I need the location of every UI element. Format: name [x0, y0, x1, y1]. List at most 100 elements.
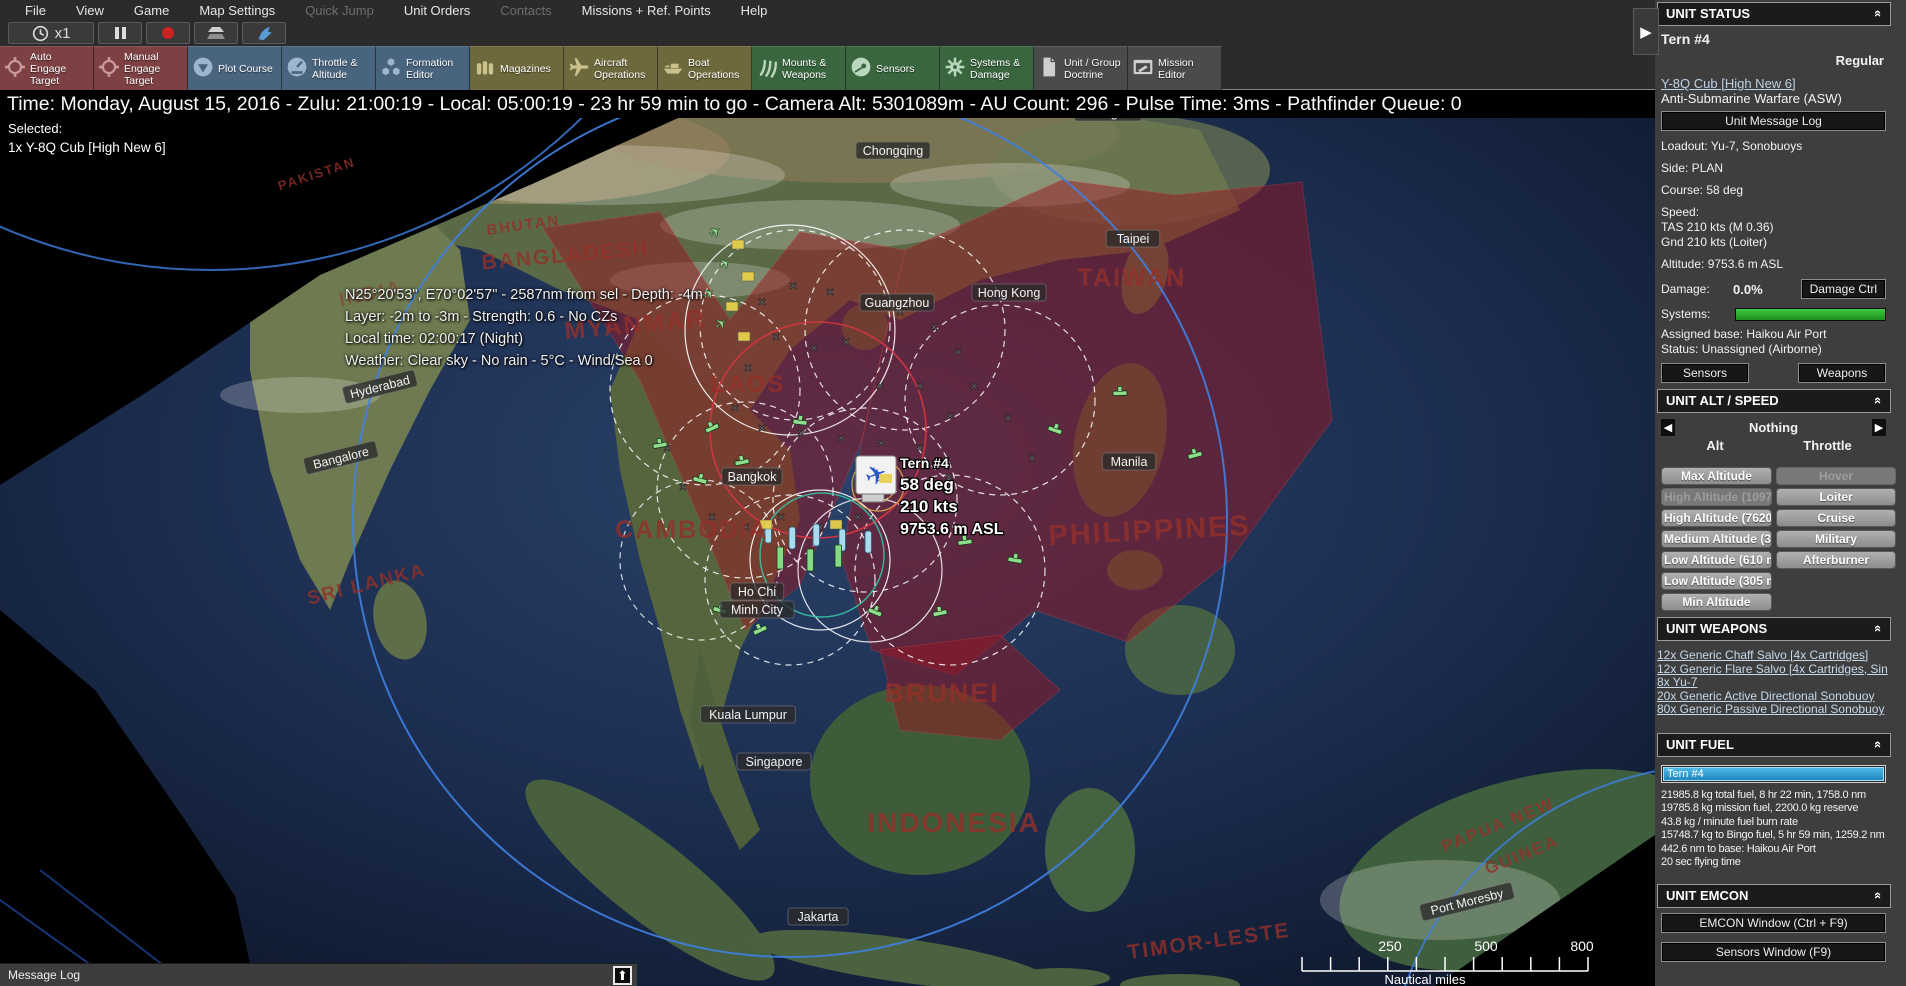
menu-item-unit-orders[interactable]: Unit Orders [389, 3, 485, 18]
sonobuoy-x-mark[interactable]: ✕ [678, 482, 687, 494]
unit-emcon-header[interactable]: UNIT EMCON « [1657, 884, 1891, 908]
collapse-chevron-icon: « [1871, 10, 1886, 17]
throttle-button[interactable]: Military [1776, 530, 1896, 548]
aircraft-operations-button[interactable]: Aircraft Operations [564, 46, 658, 90]
sonobuoy-x-mark[interactable]: ✕ [788, 281, 797, 293]
sonobuoy-x-mark[interactable]: ✕ [876, 438, 885, 450]
sonobuoy-x-mark[interactable]: ✕ [953, 347, 962, 359]
unit-tag-marker[interactable] [742, 272, 754, 281]
altitude-button[interactable]: Medium Altitude (3658 [1661, 530, 1772, 548]
sonobuoy-x-mark[interactable]: ✕ [776, 512, 785, 524]
boat-operations-button[interactable]: Boat Operations [658, 46, 752, 90]
altitude-button[interactable]: Low Altitude (305 m) [1661, 572, 1772, 590]
fuel-unit-listbox[interactable]: Tern #4 [1661, 765, 1886, 783]
sonobuoy-x-mark[interactable]: ✕ [1027, 453, 1036, 465]
surface-group-marker[interactable] [777, 547, 784, 569]
fuel-unit-selected-item[interactable]: Tern #4 [1663, 767, 1884, 781]
unit-tag-marker[interactable] [738, 332, 750, 341]
time-multiplier: x1 [55, 25, 71, 42]
menu-item-map-settings[interactable]: Map Settings [184, 3, 290, 18]
menu-item-missions-ref-points[interactable]: Missions + Ref. Points [567, 3, 726, 18]
weapon-link[interactable]: 12x Generic Flare Salvo [4x Cartridges, … [1657, 663, 1893, 677]
sonobuoy-x-mark[interactable]: ✕ [929, 322, 938, 334]
weapon-link[interactable]: 8x Yu-7 [1657, 676, 1893, 690]
sonobuoy-x-mark[interactable]: ✕ [757, 297, 766, 309]
menu-item-view[interactable]: View [61, 3, 119, 18]
map-layers-button[interactable] [194, 22, 238, 44]
submarine-marker[interactable] [865, 531, 872, 553]
weapon-link[interactable]: 80x Generic Passive Directional Sonobuoy [1657, 703, 1893, 717]
sonobuoy-x-mark[interactable]: ✕ [771, 332, 780, 344]
unit-alt-speed-header[interactable]: UNIT ALT / SPEED « [1657, 389, 1891, 413]
surface-group-marker[interactable] [835, 545, 842, 567]
sonobuoy-x-mark[interactable]: ✕ [825, 287, 834, 299]
sonobuoy-x-mark[interactable]: ✕ [809, 343, 818, 355]
unit-emcon-body: EMCON Window (Ctrl + F9) Sensors Window (… [1655, 908, 1893, 975]
submarine-marker[interactable] [789, 527, 796, 549]
unit-fuel-header[interactable]: UNIT FUEL « [1657, 733, 1891, 757]
unit-tag-marker[interactable] [726, 302, 738, 311]
sonobuoy-x-mark[interactable]: ✕ [796, 428, 805, 440]
throttle-button[interactable]: Hover [1776, 467, 1896, 485]
sidebar-collapse-button[interactable]: ▶ [1633, 8, 1659, 55]
sonobuoy-x-mark[interactable]: ✕ [915, 381, 924, 393]
unit-class-link[interactable]: Y-8Q Cub [High New 6] [1661, 76, 1886, 91]
throttle-button[interactable]: Afterburner [1776, 551, 1896, 569]
magazines-button[interactable]: Magazines [470, 46, 564, 90]
unit-status-header[interactable]: UNIT STATUS « [1657, 2, 1891, 26]
sonobuoy-x-mark[interactable]: ✕ [969, 381, 978, 393]
altitude-button[interactable]: Max Altitude [1661, 467, 1772, 485]
formation-editor-button[interactable]: Formation Editor [376, 46, 470, 90]
sonobuoy-x-mark[interactable]: ✕ [915, 443, 924, 455]
altitude-button[interactable]: High Altitude (10973 m [1661, 488, 1772, 506]
systems-damage-button[interactable]: Systems & Damage [940, 46, 1034, 90]
unit-tag-marker[interactable] [732, 240, 744, 249]
preset-prev-button[interactable]: ◀ [1661, 419, 1675, 436]
menu-item-game[interactable]: Game [119, 3, 184, 18]
preset-next-button[interactable]: ▶ [1872, 419, 1886, 436]
time-compression-button[interactable]: x1 [8, 22, 94, 44]
sonobuoy-x-mark[interactable]: ✕ [836, 433, 845, 445]
throttle-altitude-button[interactable]: Throttle & Altitude [282, 46, 376, 90]
altitude-button[interactable]: High Altitude (7620 m) [1661, 509, 1772, 527]
sonobuoy-x-mark[interactable]: ✕ [1003, 413, 1012, 425]
mission-editor-button[interactable]: Mission Editor [1128, 46, 1222, 90]
sensors-window-f9--button[interactable]: Sensors Window (F9) [1661, 942, 1886, 962]
boat-operations-icon [662, 56, 684, 81]
damage-ctrl-button[interactable]: Damage Ctrl [1801, 279, 1886, 299]
sensors-button[interactable]: Sensors [846, 46, 940, 90]
unit-weapons-header[interactable]: UNIT WEAPONS « [1657, 617, 1891, 641]
submarine-marker[interactable] [813, 524, 820, 546]
sonobuoy-x-mark[interactable]: ✕ [757, 423, 766, 435]
sensors-button[interactable]: Sensors [1661, 363, 1749, 383]
message-log-bar[interactable]: Message Log ⬆ [0, 963, 637, 986]
plot-course-button[interactable]: Plot Course [188, 46, 282, 90]
altitude-button[interactable]: Min Altitude [1661, 593, 1772, 611]
record-button[interactable] [146, 22, 190, 44]
manual-engage-target-button[interactable]: Manual Engage Target [94, 46, 188, 90]
throttle-button[interactable]: Loiter [1776, 488, 1896, 506]
weapon-link[interactable]: 12x Generic Chaff Salvo [4x Cartridges] [1657, 649, 1893, 663]
altitude-button[interactable]: Low Altitude (610 m) [1661, 551, 1772, 569]
message-log-expand-button[interactable]: ⬆ [613, 966, 632, 985]
emcon-window-ctrl-f9--button[interactable]: EMCON Window (Ctrl + F9) [1661, 913, 1886, 933]
sonobuoy-x-mark[interactable]: ✕ [875, 381, 884, 393]
map-viewport[interactable]: ✕✕✕✕✕✕✕✕✕✕✕✕✕✕✕✕✕✕✕✕✕✕✕✕✕✕✕✕✕✕✕✕ ✈✈✈✈ ✈ … [0, 90, 1655, 986]
auto-engage-target-button[interactable]: Auto Engage Target [0, 46, 94, 90]
sonobuoy-x-mark[interactable]: ✕ [945, 411, 954, 423]
sonobuoy-x-mark[interactable]: ✕ [853, 512, 862, 524]
sonobuoy-x-mark[interactable]: ✕ [841, 337, 850, 349]
pause-button[interactable] [98, 22, 142, 44]
sonobuoy-x-mark[interactable]: ✕ [730, 403, 739, 415]
unit-group-doctrine-button[interactable]: Unit / Group Doctrine [1034, 46, 1128, 90]
unit-tag-marker[interactable] [830, 520, 842, 529]
surface-group-marker[interactable] [807, 549, 814, 571]
menu-item-help[interactable]: Help [726, 3, 783, 18]
weapons-button[interactable]: Weapons [1798, 363, 1886, 383]
throttle-button[interactable]: Cruise [1776, 509, 1896, 527]
jump-to-button[interactable] [242, 22, 286, 44]
unit-message-log-button[interactable]: Unit Message Log [1661, 111, 1886, 131]
menu-item-file[interactable]: File [10, 3, 61, 18]
weapon-link[interactable]: 20x Generic Active Directional Sonobuoy [1657, 690, 1893, 704]
mounts-weapons-button[interactable]: Mounts & Weapons [752, 46, 846, 90]
